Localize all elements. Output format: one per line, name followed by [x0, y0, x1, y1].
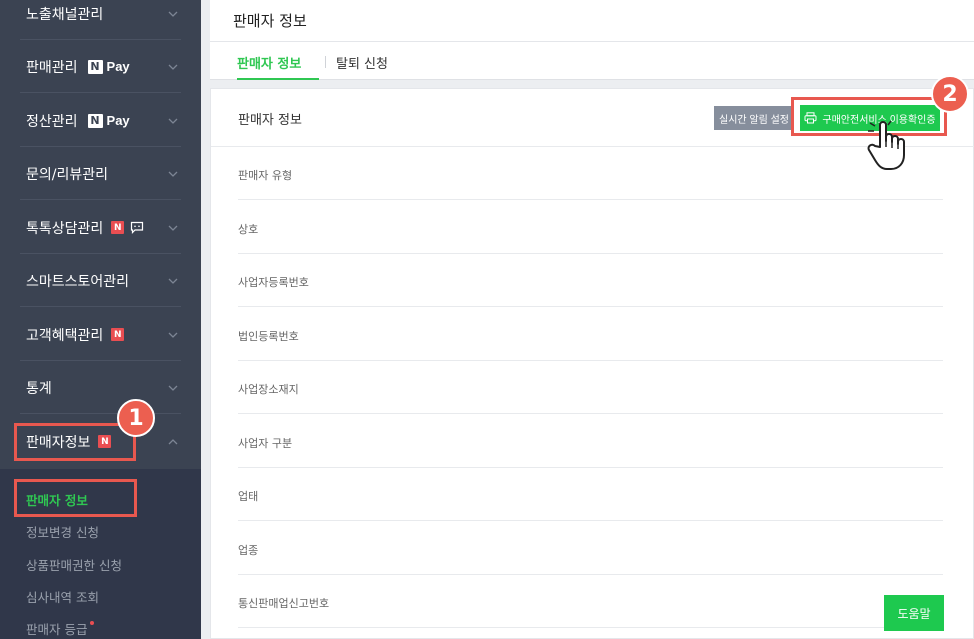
panel-title: 판매자 정보 [238, 113, 302, 128]
row-label: 사업자등록번호 [238, 276, 309, 289]
tab-divider [325, 56, 326, 68]
new-badge: N [111, 221, 125, 234]
chevron-down-icon [168, 332, 178, 338]
chevron-down-icon [168, 11, 178, 17]
info-row: 사업자 구분 [238, 415, 943, 468]
sidebar-item-inquiry-review[interactable]: 문의/리뷰관리 [0, 147, 201, 200]
chevron-up-icon [168, 438, 178, 444]
tab-bar: 판매자 정보 탈퇴 신청 [210, 42, 974, 80]
chat-bubble-icon [130, 221, 144, 234]
tab-withdrawal[interactable]: 탈퇴 신청 [336, 53, 388, 72]
step-1-badge: 1 [117, 399, 155, 437]
divider [20, 413, 181, 414]
row-label: 상호 [238, 223, 259, 236]
npay-n-icon: N [87, 59, 103, 74]
row-label: 통신판매업신고번호 [238, 597, 330, 610]
divider [20, 92, 181, 93]
info-row: 사업장소재지 [238, 361, 943, 414]
chevron-down-icon [168, 118, 178, 124]
new-badge: N [111, 328, 125, 341]
sidebar-item-label: 정산관리 [26, 113, 78, 130]
highlight-box-seller-info-submenu [14, 479, 137, 517]
sidebar-item-talktalk[interactable]: 톡톡상담관리 N [0, 201, 201, 254]
notification-dot [90, 621, 95, 625]
submenu-item-seller-grade[interactable]: 판매자 등급 [26, 619, 95, 638]
npay-badge: N Pay [87, 113, 130, 128]
sidebar: 노출채널관리 판매관리 N Pay 정산관리 N Pay 문의/리뷰관리 톡톡상… [0, 0, 201, 639]
info-row: 상호 [238, 201, 943, 254]
divider [20, 199, 181, 200]
submenu-item-review-history[interactable]: 심사내역 조회 [26, 587, 99, 606]
chevron-down-icon [168, 278, 178, 284]
chevron-down-icon [168, 385, 178, 391]
divider [20, 306, 181, 307]
chevron-down-icon [168, 64, 178, 70]
info-row: 업태 [238, 468, 943, 521]
sidebar-item-label: 통계 [26, 380, 52, 397]
seller-info-panel: 판매자 정보 실시간 알림 설정 구매안전서비스 이용확인증 판매자 유형 상호… [210, 88, 974, 639]
main-content: 판매자 정보 판매자 정보 탈퇴 신청 판매자 정보 실시간 알림 설정 구매안… [201, 0, 974, 639]
step-2-badge: 2 [931, 75, 969, 113]
page-header: 판매자 정보 [210, 0, 974, 42]
sidebar-item-smartstore[interactable]: 스마트스토어관리 [0, 254, 201, 307]
sidebar-item-label: 노출채널관리 [26, 6, 104, 23]
row-label: 업태 [238, 490, 259, 503]
realtime-notification-button[interactable]: 실시간 알림 설정 [714, 106, 794, 130]
page-title: 판매자 정보 [233, 12, 307, 30]
info-row: 통신판매업신고번호 [238, 575, 943, 628]
sidebar-item-label: 문의/리뷰관리 [26, 166, 108, 183]
npay-n-icon: N [87, 113, 103, 128]
npay-label: Pay [106, 113, 130, 128]
help-button[interactable]: 도움말 [884, 595, 944, 631]
tab-seller-info[interactable]: 판매자 정보 [237, 53, 301, 72]
sidebar-item-customer-benefit[interactable]: 고객혜택관리 N [0, 308, 201, 361]
npay-label: Pay [106, 59, 130, 74]
sidebar-item-label: 판매관리 [26, 59, 78, 76]
info-row: 판매자 유형 [238, 147, 943, 200]
pointing-hand-icon [867, 120, 905, 170]
sidebar-item-label: 고객혜택관리 [26, 327, 104, 344]
active-tab-underline [237, 78, 319, 80]
row-label: 법인등록번호 [238, 330, 299, 343]
info-row: 사업자등록번호 [238, 254, 943, 307]
info-row: 법인등록번호 [238, 308, 943, 361]
sidebar-item-settlement[interactable]: 정산관리 N Pay [0, 94, 201, 147]
row-label: 사업자 구분 [238, 437, 293, 450]
row-label: 업종 [238, 544, 259, 557]
chevron-down-icon [168, 171, 178, 177]
sidebar-item-sales[interactable]: 판매관리 N Pay [0, 40, 201, 93]
row-label: 사업장소재지 [238, 383, 299, 396]
npay-badge: N Pay [87, 59, 130, 74]
sidebar-item-label: 스마트스토어관리 [26, 273, 130, 290]
sidebar-item-label: 톡톡상담관리 [26, 220, 104, 237]
sidebar-item-statistics[interactable]: 통계 [0, 361, 201, 414]
info-row: 업종 [238, 522, 943, 575]
submenu-item-change-request[interactable]: 정보변경 신청 [26, 522, 99, 541]
chevron-down-icon [168, 225, 178, 231]
highlight-box-seller-info-menu [14, 423, 136, 461]
submenu-item-label: 판매자 등급 [26, 622, 88, 637]
submenu-item-sales-permission[interactable]: 상품판매권한 신청 [26, 555, 122, 574]
row-label: 판매자 유형 [238, 169, 293, 182]
sidebar-item-exposure-channel[interactable]: 노출채널관리 [0, 0, 201, 40]
